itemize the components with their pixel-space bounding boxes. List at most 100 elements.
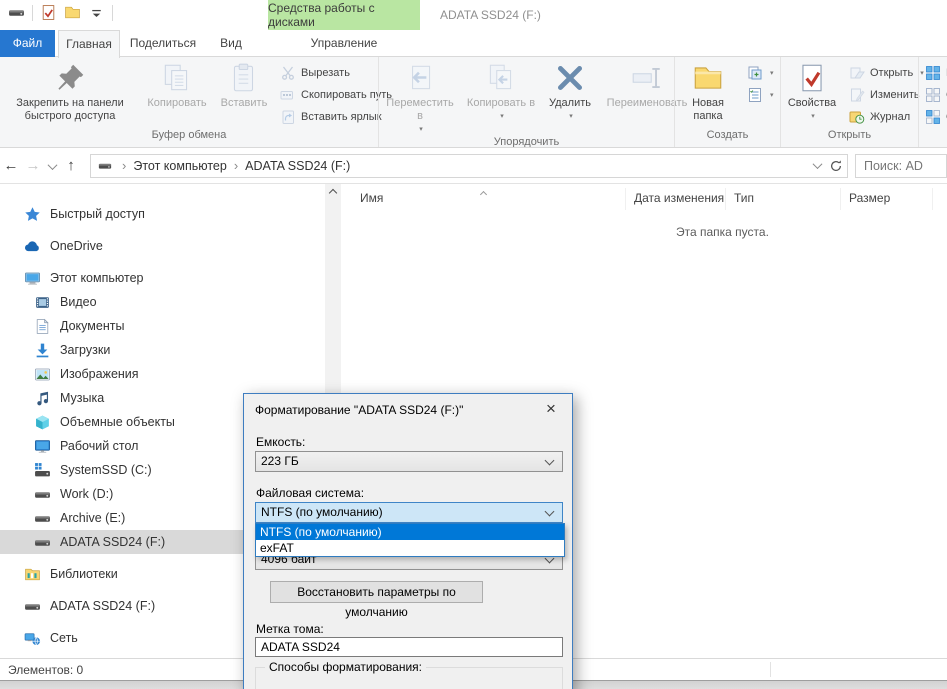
cloud-icon bbox=[24, 238, 41, 255]
dialog-title: Форматирование "ADATA SSD24 (F:)" bbox=[255, 403, 463, 417]
ribbon-button-small[interactable]: ▾ bbox=[747, 86, 774, 104]
sidebar-item[interactable]: Загрузки bbox=[0, 338, 325, 362]
properties-qat-icon[interactable] bbox=[40, 4, 57, 21]
chevron-right-icon: › bbox=[115, 158, 133, 173]
ribbon-button-small[interactable]: Изменить bbox=[849, 86, 927, 104]
video-icon bbox=[34, 294, 51, 311]
divider bbox=[32, 5, 33, 21]
copy-path-icon bbox=[280, 87, 296, 103]
ribbon-button-small[interactable]: Выд bbox=[925, 64, 947, 82]
ribbon-button-small[interactable]: ▾ bbox=[747, 64, 774, 82]
ribbon-button[interactable]: Копировать bbox=[140, 57, 214, 110]
ribbon-button-small[interactable]: Обр bbox=[925, 108, 947, 126]
ribbon-button-small[interactable]: Вставить ярлык bbox=[280, 108, 392, 126]
ribbon-button-label: Копировать bbox=[147, 97, 206, 110]
sidebar-item[interactable]: Быстрый доступ bbox=[0, 202, 325, 226]
tab-view[interactable]: Вид bbox=[208, 30, 254, 57]
sidebar-item-label: ADATA SSD24 (F:) bbox=[60, 535, 165, 549]
documents-icon bbox=[34, 318, 51, 335]
filesystem-dropdown-list: NTFS (по умолчанию)exFAT bbox=[255, 523, 565, 557]
tab-manage[interactable]: Управление bbox=[268, 30, 420, 57]
pin-icon bbox=[53, 61, 87, 95]
sidebar-item-label: Музыка bbox=[60, 391, 104, 405]
ribbon-button-label: Вырезать bbox=[301, 67, 350, 79]
copy-big-icon bbox=[160, 61, 194, 95]
ribbon-button[interactable]: Закрепить на панели быстрого доступа bbox=[0, 57, 140, 123]
dropdown-option[interactable]: exFAT bbox=[256, 540, 564, 556]
breadcrumb[interactable]: ›Этот компьютер ›ADATA SSD24 (F:) bbox=[90, 154, 848, 178]
ribbon-button[interactable]: Удалить▾ bbox=[541, 57, 599, 123]
sidebar-item[interactable]: OneDrive bbox=[0, 234, 325, 258]
ribbon-group-organize: Переместить в▾ Копировать в▾ Удалить▾ Пе… bbox=[378, 57, 674, 147]
tab-home[interactable]: Главная bbox=[58, 30, 120, 58]
customize-qat-arrow-icon[interactable] bbox=[88, 4, 105, 21]
sidebar-item-label: Work (D:) bbox=[60, 487, 113, 501]
new-folder-qat-icon[interactable] bbox=[64, 4, 81, 21]
filesystem-label: Файловая система: bbox=[256, 486, 364, 500]
tab-share[interactable]: Поделиться bbox=[125, 30, 201, 57]
sidebar-item[interactable]: Изображения bbox=[0, 362, 325, 386]
ribbon-group-open: Свойства▾ Открыть▾ Изменить Журнал Откры… bbox=[780, 57, 918, 147]
search-input[interactable]: Поиск: AD bbox=[855, 154, 947, 178]
ribbon-group-label: Буфер обмена bbox=[0, 129, 378, 147]
titlebar: Средства работы с дисками ADATA SSD24 (F… bbox=[0, 0, 947, 30]
ribbon-button-label: Переместить в bbox=[384, 97, 456, 123]
ribbon-group-label: Открыть bbox=[781, 129, 918, 147]
system-drive-icon bbox=[34, 462, 51, 479]
new-folder-icon bbox=[691, 61, 725, 95]
chevron-right-icon: › bbox=[227, 158, 245, 173]
sidebar-item[interactable]: Видео bbox=[0, 290, 325, 314]
volume-label-input[interactable]: ADATA SSD24 bbox=[255, 637, 563, 657]
new-folder-button[interactable]: Новая папка bbox=[675, 57, 741, 123]
ribbon-button-small[interactable]: Журнал bbox=[849, 108, 927, 126]
format-options-group: Способы форматирования: Быстрое (очистка… bbox=[255, 667, 563, 689]
breadcrumb-item[interactable]: ›ADATA SSD24 (F:) bbox=[227, 158, 350, 173]
sidebar-item-label: Этот компьютер bbox=[50, 271, 143, 285]
invert-selection-icon bbox=[925, 109, 941, 125]
sidebar-item[interactable]: Этот компьютер bbox=[0, 266, 325, 290]
back-icon[interactable]: ← bbox=[0, 157, 22, 174]
sidebar-item-label: Archive (E:) bbox=[60, 511, 125, 525]
pictures-icon bbox=[34, 366, 51, 383]
address-dropdown-icon[interactable] bbox=[813, 159, 823, 169]
new-item-icon bbox=[747, 65, 763, 81]
edit-icon bbox=[849, 87, 865, 103]
ribbon-button-small[interactable]: Вырезать bbox=[280, 64, 392, 82]
cut-icon bbox=[280, 65, 296, 81]
dropdown-option[interactable]: NTFS (по умолчанию) bbox=[256, 524, 564, 540]
sidebar-item-label: Объемные объекты bbox=[60, 415, 175, 429]
forward-icon[interactable]: → bbox=[22, 157, 44, 174]
disk-tools-contextual-header[interactable]: Средства работы с дисками bbox=[268, 0, 420, 30]
sidebar-item[interactable]: Документы bbox=[0, 314, 325, 338]
properties-button[interactable]: Свойства▾ bbox=[781, 57, 843, 123]
column-header[interactable]: Дата изменения bbox=[626, 188, 726, 210]
close-icon[interactable]: × bbox=[540, 399, 562, 419]
recent-locations-icon[interactable] bbox=[44, 157, 60, 175]
column-header[interactable]: Тип bbox=[726, 188, 841, 210]
quick-access-toolbar bbox=[8, 4, 113, 21]
delete-icon bbox=[553, 61, 587, 95]
refresh-icon[interactable] bbox=[829, 159, 843, 173]
easy-access-icon bbox=[747, 87, 763, 103]
ribbon: Закрепить на панели быстрого доступа Коп… bbox=[0, 57, 947, 148]
ribbon-button-small[interactable]: Сня bbox=[925, 86, 947, 104]
ribbon-button[interactable]: Вставить bbox=[214, 57, 274, 110]
breadcrumb-item[interactable]: ›Этот компьютер bbox=[115, 158, 227, 173]
column-header[interactable]: Размер bbox=[841, 188, 933, 210]
capacity-combobox[interactable]: 223 ГБ bbox=[255, 451, 563, 472]
ribbon-button[interactable]: Копировать в▾ bbox=[461, 57, 541, 123]
filesystem-combobox[interactable]: NTFS (по умолчанию) bbox=[255, 502, 563, 523]
paste-big-icon bbox=[227, 61, 261, 95]
open-icon bbox=[849, 65, 865, 81]
scroll-up-icon[interactable] bbox=[325, 185, 341, 201]
ribbon-button[interactable]: Переместить в▾ bbox=[379, 57, 461, 136]
restore-defaults-button[interactable]: Восстановить параметры по умолчанию bbox=[270, 581, 483, 603]
capacity-label: Емкость: bbox=[256, 435, 305, 449]
ribbon-button-small[interactable]: Открыть▾ bbox=[849, 64, 927, 82]
desktop-icon bbox=[34, 438, 51, 455]
divider bbox=[112, 5, 113, 21]
tab-file[interactable]: Файл bbox=[0, 30, 55, 57]
address-bar: ← → ↑ ›Этот компьютер ›ADATA SSD24 (F:) … bbox=[0, 148, 947, 184]
up-icon[interactable]: ↑ bbox=[60, 157, 82, 174]
ribbon-button-small[interactable]: Скопировать путь bbox=[280, 86, 392, 104]
